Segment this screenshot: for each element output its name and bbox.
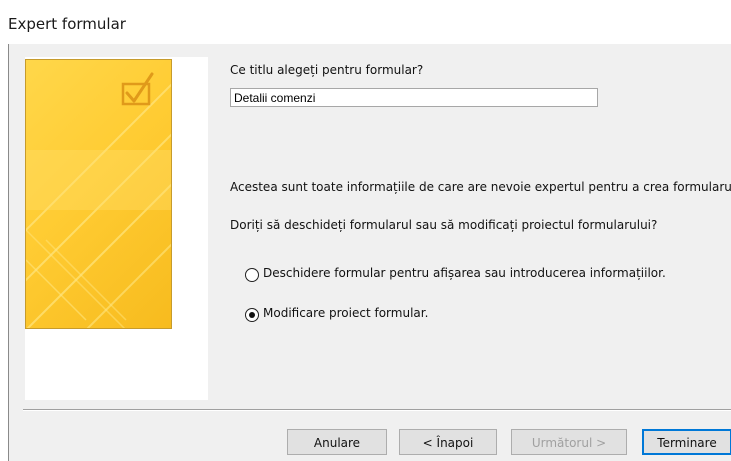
- window-title: Expert formular: [8, 15, 126, 33]
- info-text: Acestea sunt toate informațiile de care …: [230, 180, 731, 194]
- radio-modify-design[interactable]: [245, 308, 259, 322]
- next-button[interactable]: Următorul >: [511, 429, 627, 455]
- form-title-input[interactable]: [230, 88, 598, 107]
- title-question: Ce titlu alegeți pentru formular?: [230, 63, 424, 77]
- radio-open-form[interactable]: [245, 268, 259, 282]
- checkbox-check-icon: [26, 72, 171, 328]
- wizard-illustration: [25, 59, 172, 329]
- cancel-button[interactable]: Anulare: [287, 429, 387, 455]
- finish-button[interactable]: Terminare: [642, 429, 731, 455]
- open-question: Doriți să deschideți formularul sau să m…: [230, 218, 658, 232]
- footer-separator: [23, 409, 731, 411]
- wizard-dialog: Ce titlu alegeți pentru formular? Aceste…: [8, 44, 731, 461]
- wizard-side-panel: [25, 57, 208, 400]
- back-button[interactable]: < Înapoi: [399, 429, 497, 455]
- radio-open-form-label[interactable]: Deschidere formular pentru afișarea sau …: [263, 266, 666, 280]
- title-bar: Expert formular: [0, 0, 731, 44]
- radio-modify-design-label[interactable]: Modificare proiect formular.: [263, 306, 428, 320]
